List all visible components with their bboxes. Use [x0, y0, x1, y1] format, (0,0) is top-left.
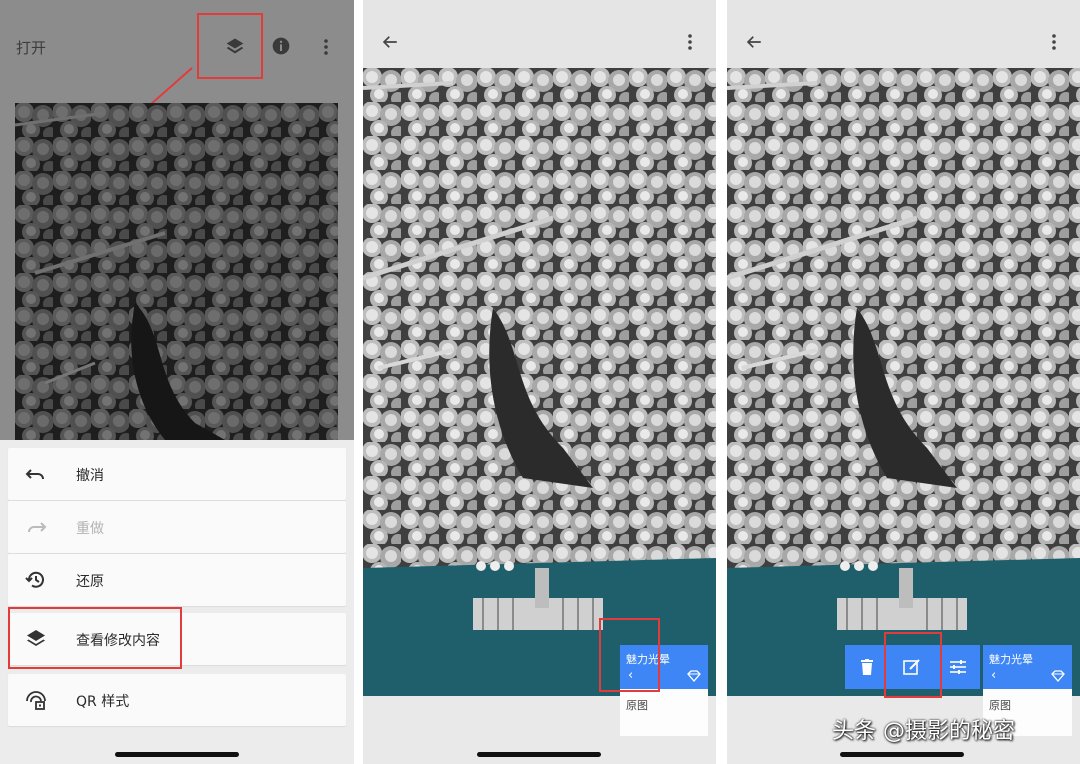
diamond-icon[interactable]	[686, 669, 702, 683]
trash-icon	[860, 659, 874, 675]
original-layer[interactable]: 原图	[620, 689, 708, 736]
diamond-icon[interactable]	[1050, 669, 1066, 683]
highlight-edit-box	[884, 632, 942, 698]
back-arrow-icon[interactable]	[742, 30, 766, 54]
top-app-bar	[363, 0, 716, 68]
photo-preview	[15, 103, 338, 440]
highlight-stack-box	[599, 618, 660, 692]
photo-canvas	[727, 68, 1080, 696]
home-indicator	[477, 752, 601, 757]
original-label: 原图	[989, 699, 1011, 712]
more-vert-icon[interactable]	[1042, 30, 1066, 54]
photo-canvas	[363, 68, 716, 696]
delete-button[interactable]	[845, 645, 889, 689]
menu-qr-style-label: QR 样式	[76, 694, 130, 710]
top-app-bar	[727, 0, 1080, 68]
undo-icon	[24, 462, 48, 486]
screen-2: 魅力光晕 ‹ 原图	[363, 0, 716, 764]
tune-icon	[949, 659, 967, 675]
info-icon[interactable]	[270, 35, 292, 57]
menu-revert[interactable]: 还原	[8, 554, 346, 606]
stack-name: 魅力光晕	[989, 653, 1033, 666]
menu-redo-label: 重做	[76, 521, 104, 537]
menu-revert-label: 还原	[76, 574, 104, 590]
more-vert-icon[interactable]	[678, 30, 702, 54]
home-indicator	[115, 752, 239, 757]
home-indicator	[840, 752, 964, 757]
menu-redo[interactable]: 重做	[8, 501, 346, 553]
menu-qr-style[interactable]: QR 样式	[8, 674, 346, 726]
original-label: 原图	[626, 699, 648, 712]
menu-undo-label: 撤消	[76, 468, 104, 484]
redo-icon	[24, 515, 48, 539]
edit-stack-card[interactable]: 魅力光晕 ‹	[983, 645, 1072, 689]
screen-3: 魅力光晕 ‹ 原图	[727, 0, 1080, 764]
open-button[interactable]: 打开	[16, 37, 46, 58]
chevron-left-icon[interactable]: ‹	[991, 668, 996, 683]
top-app-bar: 打开	[0, 0, 354, 68]
highlight-view-edits-box	[8, 607, 182, 669]
more-vert-icon[interactable]	[314, 35, 338, 59]
menu-undo[interactable]: 撤消	[8, 448, 346, 500]
edit-history-sheet: 撤消 重做 还原 查看修改内容 QR 样式	[0, 440, 354, 764]
watermark-text: 头条 @摄影的秘密	[832, 719, 1015, 744]
screen-1: 打开 撤消 重做 还原 查看修改内容 QR 样式	[0, 0, 354, 764]
highlight-layers-box	[197, 13, 263, 79]
qr-style-icon	[24, 688, 48, 712]
history-icon	[24, 568, 48, 592]
back-arrow-icon[interactable]	[378, 30, 402, 54]
